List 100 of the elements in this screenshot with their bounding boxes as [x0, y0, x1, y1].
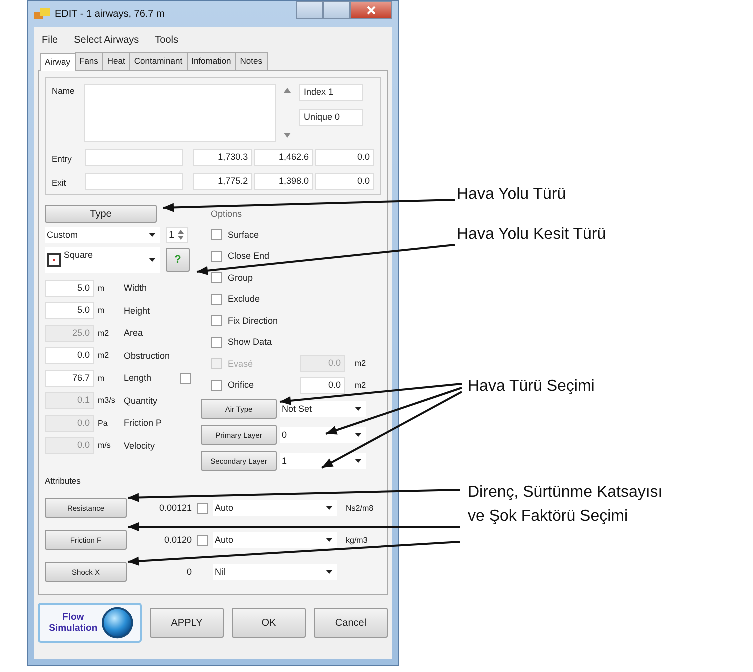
unit-label: m: [97, 374, 106, 383]
unit-label: m2: [354, 380, 368, 390]
unit-label: m2: [97, 328, 110, 338]
checkbox-label: Surface: [228, 230, 260, 240]
caret-icon: [149, 258, 156, 262]
checkbox-label: Group: [228, 272, 254, 283]
caret-icon: [355, 433, 362, 437]
field-label: Length: [124, 373, 153, 384]
checkbox[interactable]: [180, 372, 191, 384]
tab[interactable]: Infomation: [186, 52, 236, 70]
annotation-text: Hava Türü Seçimi: [468, 378, 595, 396]
coordinate-field[interactable]: 1,462.6: [254, 149, 314, 166]
annotation-text: ve Şok Faktörü Seçimi: [468, 508, 628, 526]
square-shape-icon: [47, 253, 61, 267]
checkbox-label: Close End: [228, 251, 271, 262]
field-label: Entry: [52, 152, 73, 164]
annotation-text: Hava Yolu Türü: [457, 186, 566, 204]
mode-dropdown[interactable]: Nil: [213, 564, 337, 580]
checkbox[interactable]: [211, 380, 222, 391]
unit-label: m2: [354, 359, 368, 368]
index-field: Index 1: [299, 84, 363, 101]
caret-icon: [149, 233, 156, 237]
unit-label: m: [97, 284, 106, 293]
checkbox[interactable]: [197, 502, 208, 514]
dialog-button[interactable]: OK: [232, 608, 306, 638]
sphere-icon: [100, 606, 134, 640]
input-field[interactable]: 0.0: [300, 376, 345, 394]
maximize-button[interactable]: [323, 1, 350, 19]
input-field[interactable]: [84, 173, 184, 190]
annotation-text: Hava Yolu Kesit Türü: [457, 226, 606, 244]
caret-icon: [326, 570, 333, 574]
input-field[interactable]: 5.0: [45, 302, 94, 320]
layer-dropdown[interactable]: 1: [280, 453, 366, 469]
caret-icon: [355, 407, 362, 411]
field-label: Height: [124, 306, 152, 316]
mode-dropdown[interactable]: Auto: [213, 532, 337, 548]
group-label: Attributes: [45, 476, 82, 486]
input-field[interactable]: 0.0: [45, 347, 94, 364]
mode-dropdown[interactable]: Auto: [213, 500, 337, 516]
checkbox[interactable]: [211, 336, 222, 348]
annotation-text: Direnç, Sürtünme Katsayısı: [468, 484, 663, 502]
menu-item[interactable]: Tools: [155, 35, 179, 46]
name-field[interactable]: [84, 84, 276, 142]
window-title: EDIT - 1 airways, 76.7 m: [55, 8, 165, 20]
coordinate-field[interactable]: 1,398.0: [254, 173, 314, 190]
scroll-up-icon[interactable]: [284, 88, 291, 93]
input-field[interactable]: [84, 149, 184, 166]
tab[interactable]: Heat: [102, 52, 130, 70]
input-field[interactable]: 76.7: [45, 370, 94, 387]
preset-dropdown[interactable]: Custom: [45, 227, 160, 243]
tab[interactable]: Contaminant: [129, 52, 188, 70]
app-icon: [34, 8, 50, 20]
minimize-button[interactable]: [296, 1, 323, 19]
unit-label: m: [97, 306, 106, 316]
input-field[interactable]: 0.0120: [132, 535, 192, 545]
coordinate-field[interactable]: 1,730.3: [193, 149, 252, 166]
caret-icon: [355, 459, 362, 463]
input-field[interactable]: 5.0: [45, 280, 94, 297]
checkbox[interactable]: [211, 315, 222, 326]
coordinate-field[interactable]: 0.0: [315, 149, 374, 166]
field-label: Exit: [52, 176, 68, 188]
layer-dropdown[interactable]: 0: [280, 427, 366, 443]
checkbox[interactable]: [211, 294, 222, 305]
close-button[interactable]: [350, 1, 392, 19]
type-button[interactable]: Type: [45, 205, 157, 223]
dialog-button[interactable]: Cancel: [314, 608, 388, 638]
field-label: Velocity: [124, 440, 156, 451]
scroll-down-icon[interactable]: [284, 133, 291, 138]
field-label: Name: [52, 85, 76, 96]
tab[interactable]: Fans: [74, 52, 104, 70]
unique-field: Unique 0: [299, 109, 363, 126]
checkbox-label: Show Data: [228, 337, 274, 348]
checkbox[interactable]: [211, 229, 222, 240]
close-icon: [366, 6, 376, 14]
unit-label: m2: [97, 351, 110, 360]
checkbox-label: Exclude: [228, 294, 262, 304]
field-label: Quantity: [124, 396, 159, 406]
input-field[interactable]: 0.00121: [132, 503, 192, 513]
checkbox[interactable]: [211, 272, 222, 284]
flow-simulation-button[interactable]: Flow Simulation: [38, 603, 142, 643]
coordinate-field[interactable]: 1,775.2: [193, 173, 252, 190]
unit-label: m/s: [97, 441, 112, 450]
menu-item[interactable]: File: [42, 35, 58, 46]
unit-label: Ns2/m8: [345, 504, 374, 512]
caret-icon: [326, 506, 333, 510]
menu-item[interactable]: Select Airways: [74, 35, 140, 46]
unit-label: m3/s: [97, 396, 116, 406]
caret-icon: [326, 538, 333, 542]
checkbox[interactable]: [211, 250, 222, 262]
count-spinner[interactable]: 1: [166, 227, 188, 243]
dialog-button[interactable]: APPLY: [150, 608, 224, 638]
checkbox-label: Fix Direction: [228, 316, 280, 326]
shape-dropdown[interactable]: Square: [45, 247, 160, 273]
checkbox[interactable]: [197, 534, 208, 546]
tab[interactable]: Notes: [235, 52, 268, 70]
group-label: Options: [211, 209, 244, 219]
tab[interactable]: Airway: [40, 53, 76, 71]
layer-dropdown[interactable]: Not Set: [280, 401, 366, 417]
input-field[interactable]: 0: [132, 567, 192, 577]
coordinate-field[interactable]: 0.0: [315, 173, 374, 190]
